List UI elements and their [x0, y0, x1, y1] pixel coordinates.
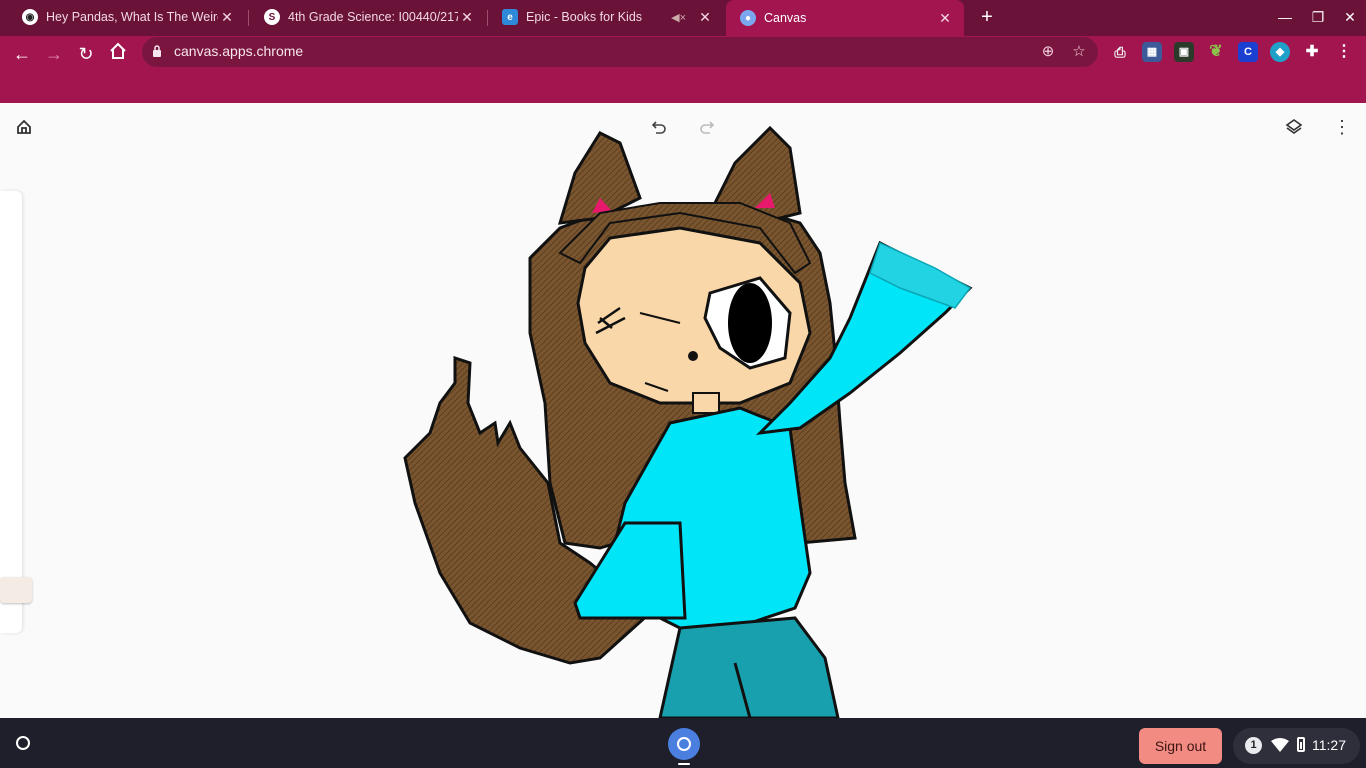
reload-button[interactable]: ↻ — [72, 40, 100, 68]
undo-icon[interactable] — [647, 115, 671, 139]
os-shelf: Sign out 1 11:27 — [0, 718, 1366, 768]
tab-canvas[interactable]: ● Canvas ✕ — [726, 0, 964, 36]
tab-close-icon[interactable]: ✕ — [458, 9, 476, 26]
launcher-icon — [16, 736, 30, 750]
tab-title: Hey Pandas, What Is The Weirde — [46, 10, 218, 24]
close-window-button[interactable]: ✕ — [1337, 6, 1363, 28]
minimize-button[interactable]: — — [1272, 6, 1298, 28]
more-vert-icon[interactable]: ⋮ — [1330, 115, 1354, 139]
bookmark-star-icon[interactable]: ☆ — [1069, 42, 1089, 62]
tab-close-icon[interactable]: ✕ — [696, 9, 714, 26]
chrome-menu-icon[interactable]: ⋮ — [1334, 42, 1354, 62]
schoology-icon: S — [264, 9, 280, 25]
epic-icon: e — [502, 9, 518, 25]
tab-science[interactable]: S 4th Grade Science: I00440/217 - ✕ — [250, 0, 486, 34]
tab-title: 4th Grade Science: I00440/217 - — [288, 10, 458, 24]
c-extension-icon[interactable]: C — [1238, 42, 1258, 62]
puzzle-icon[interactable]: ✚ — [1302, 42, 1322, 62]
restore-button[interactable]: ❐ — [1305, 6, 1331, 28]
tab-strip: ◉ Hey Pandas, What Is The Weirde ✕ S 4th… — [0, 0, 1366, 36]
tool-panel[interactable] — [0, 191, 32, 633]
clock: 11:27 — [1312, 737, 1346, 753]
tab-separator — [248, 10, 249, 26]
tab-title: Epic - Books for Kids — [526, 10, 643, 24]
redo-icon[interactable] — [695, 115, 719, 139]
address-bar[interactable]: canvas.apps.chrome ⊕ ☆ — [142, 37, 1098, 67]
url-text: canvas.apps.chrome — [174, 43, 304, 59]
size-slider-handle[interactable] — [0, 577, 32, 603]
running-indicator — [678, 763, 690, 765]
install-app-icon[interactable]: ⊕ — [1038, 42, 1058, 62]
battery-icon — [1297, 737, 1305, 752]
wifi-icon — [1271, 738, 1289, 752]
bored-panda-icon: ◉ — [22, 9, 38, 25]
shield-extension-icon[interactable]: ◆ — [1270, 42, 1290, 62]
drawing-canvas[interactable] — [0, 103, 1366, 718]
leaf-icon[interactable]: ❦ — [1206, 42, 1226, 62]
status-tray[interactable]: 1 11:27 — [1233, 728, 1360, 764]
muted-speaker-icon[interactable]: ◀× — [671, 11, 686, 24]
forward-button[interactable]: → — [40, 40, 68, 68]
home-icon[interactable] — [12, 115, 36, 139]
layers-icon[interactable] — [1282, 115, 1306, 139]
tab-close-icon[interactable]: ✕ — [218, 9, 236, 26]
new-tab-button[interactable]: + — [976, 6, 998, 28]
launcher-button[interactable] — [10, 730, 36, 756]
tab-epic[interactable]: e Epic - Books for Kids ◀× ✕ — [488, 0, 724, 34]
home-icon — [110, 42, 126, 59]
home-button[interactable] — [104, 40, 132, 68]
calculator-icon[interactable]: ▦ — [1142, 42, 1162, 62]
browser-toolbar: ← → ↻ canvas.apps.chrome ⊕ ☆ ⎙ ▦ ▣ ❦ C ◆… — [0, 36, 1366, 103]
canvas-icon: ● — [740, 10, 756, 26]
back-button[interactable]: ← — [8, 40, 36, 68]
tab-title: Canvas — [764, 11, 807, 25]
notification-badge: 1 — [1245, 737, 1262, 754]
tab-bored-panda[interactable]: ◉ Hey Pandas, What Is The Weirde ✕ — [8, 0, 246, 34]
sign-out-button[interactable]: Sign out — [1139, 728, 1222, 764]
print-icon[interactable]: ⎙ — [1110, 42, 1130, 62]
chrome-browser-icon[interactable] — [668, 728, 700, 760]
canvas-app: ⋮ — [0, 103, 1366, 718]
lock-icon — [153, 45, 161, 57]
app-icon[interactable]: ▣ — [1174, 42, 1194, 62]
tab-close-icon[interactable]: ✕ — [936, 10, 954, 27]
